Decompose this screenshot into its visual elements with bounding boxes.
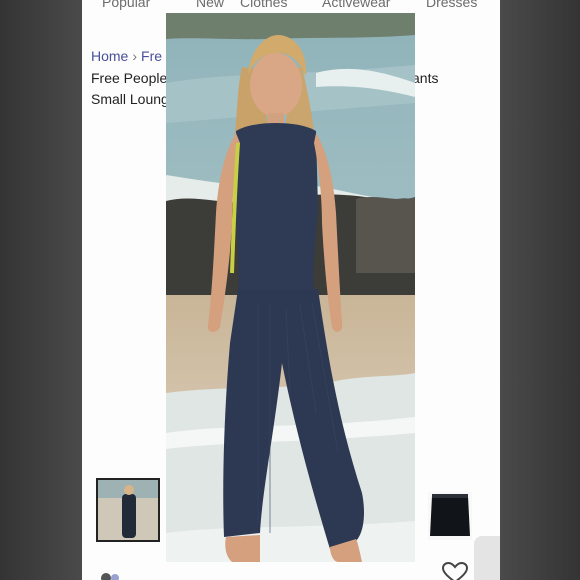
breadcrumb: Home › Fre [91,48,162,64]
nav-item-clothes[interactable]: Clothes [240,0,287,10]
breadcrumb-next[interactable]: Fre [141,48,162,64]
nav-item-popular[interactable]: Popular [102,0,150,10]
heart-icon[interactable] [441,562,469,580]
blurred-backdrop-left [0,0,82,580]
thumbnail-photo [98,480,158,540]
category-nav: Popular New Clothes Activewear Dresses [82,0,500,12]
breadcrumb-home[interactable]: Home [91,48,128,64]
user-count-icon [101,573,119,580]
product-thumbnail-selected[interactable] [96,478,160,542]
blurred-backdrop-right [500,0,580,580]
page-scroll-handle[interactable] [474,536,500,580]
product-main-photo[interactable] [166,13,415,562]
nav-item-activewear[interactable]: Activewear [322,0,390,10]
product-title-line1: Free People [91,70,168,86]
product-title-line1-end: ants [412,70,439,86]
nav-item-dresses[interactable]: Dresses [426,0,477,10]
chevron-right-icon: › [132,48,138,64]
nav-item-new[interactable]: New [196,0,224,10]
product-thumbnail-2[interactable] [428,492,472,540]
thumbnail-garment [430,494,470,536]
product-photo-image [166,13,415,562]
product-title-line2: Small Loung [91,91,169,107]
